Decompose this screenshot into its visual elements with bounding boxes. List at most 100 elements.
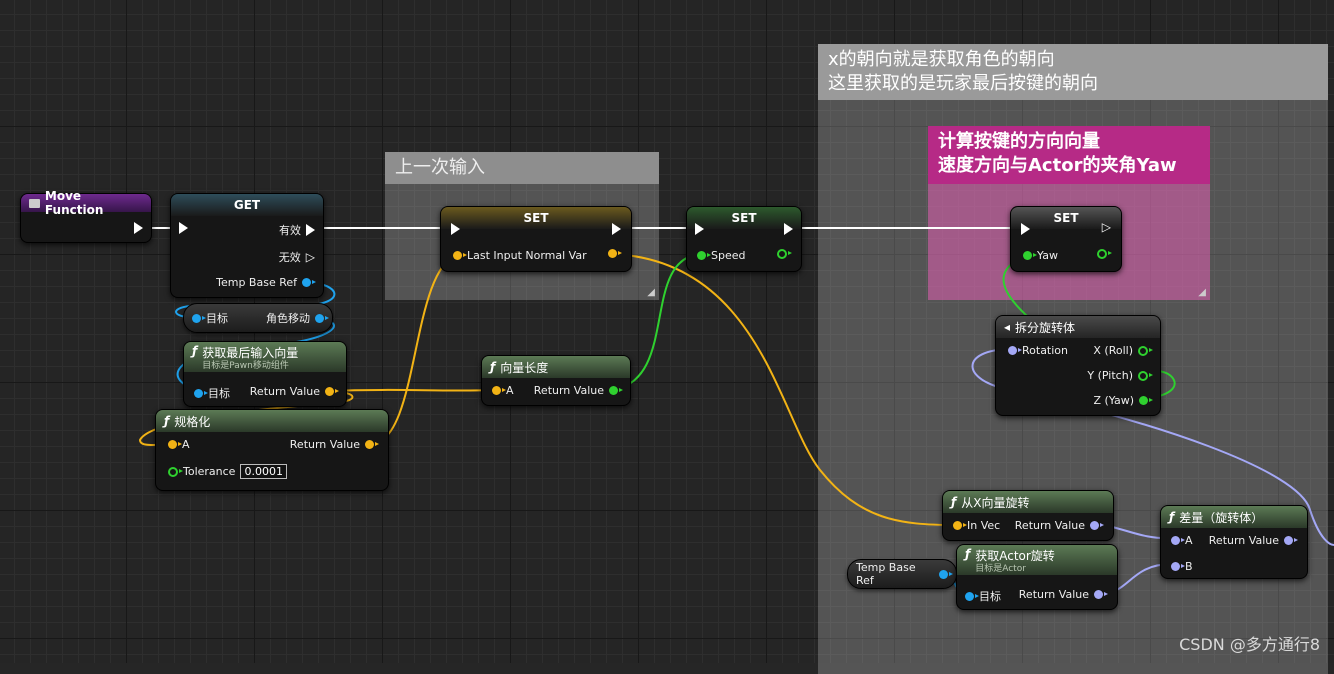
rotator-pin-icon bbox=[1171, 562, 1180, 571]
set-yaw-node[interactable]: SET ▷ Yaw bbox=[1010, 206, 1122, 272]
node-title: 获取Actor旋转 bbox=[975, 549, 1055, 563]
normalize-node[interactable]: ƒ 规格化 A Return Value Tolerance0.0001 bbox=[155, 409, 389, 491]
exec-out-pin[interactable] bbox=[784, 223, 793, 235]
pitch-out-pin[interactable]: Y (Pitch) bbox=[1087, 369, 1148, 382]
tolerance-input[interactable]: 0.0001 bbox=[240, 464, 287, 479]
rotation-in-pin[interactable]: Rotation bbox=[1008, 344, 1068, 357]
exec-arrow-icon bbox=[179, 222, 188, 234]
pin-label: Return Value bbox=[290, 438, 360, 451]
object-pin-icon bbox=[315, 314, 324, 323]
target-in-pin[interactable]: 目标 bbox=[194, 385, 230, 401]
pin-label: Z (Yaw) bbox=[1093, 394, 1134, 407]
yaw-in-pin[interactable]: Yaw bbox=[1023, 249, 1058, 262]
float-pin-icon bbox=[777, 249, 787, 259]
move-comp-out-pin[interactable]: 角色移动 bbox=[266, 310, 324, 326]
object-pin-icon bbox=[192, 314, 201, 323]
exec-in-pin[interactable] bbox=[179, 222, 188, 234]
target-in-pin[interactable]: 目标 bbox=[192, 310, 228, 326]
pin-label: Temp Base Ref bbox=[856, 561, 934, 587]
comment-title[interactable]: x的朝向就是获取角色的朝向 这里获取的是玩家最后按键的朝向 bbox=[818, 44, 1328, 100]
node-subtitle: 目标是Pawn移动组件 bbox=[202, 361, 298, 371]
get-actor-rotation-node[interactable]: ƒ 获取Actor旋转目标是Actor 目标 Return Value bbox=[956, 544, 1118, 610]
yaw-out-pin[interactable]: Z (Yaw) bbox=[1093, 394, 1148, 407]
return-value-out-pin[interactable]: Return Value bbox=[1019, 588, 1103, 601]
node-subtitle: 目标是Actor bbox=[975, 564, 1055, 574]
return-value-out-pin[interactable]: Return Value bbox=[1209, 534, 1293, 547]
a-in-pin[interactable]: A bbox=[168, 438, 190, 451]
yaw-out-pin[interactable] bbox=[1097, 249, 1107, 259]
temp-base-ref-getter[interactable]: Temp Base Ref bbox=[847, 559, 957, 589]
return-value-out-pin[interactable]: Return Value bbox=[290, 438, 374, 451]
return-value-out-pin[interactable]: Return Value bbox=[1015, 519, 1099, 532]
object-pin-icon bbox=[965, 592, 974, 601]
speed-in-pin[interactable]: Speed bbox=[697, 249, 745, 262]
vector-pin-icon bbox=[492, 386, 501, 395]
pin-label: X (Roll) bbox=[1093, 344, 1133, 357]
pin-label: Return Value bbox=[534, 384, 604, 397]
get-node[interactable]: GET 有效 ▷无效 Temp Base Ref bbox=[170, 193, 324, 298]
roll-out-pin[interactable]: X (Roll) bbox=[1093, 344, 1148, 357]
tolerance-in-pin[interactable]: Tolerance0.0001 bbox=[168, 464, 287, 479]
pin-label: Last Input Normal Var bbox=[467, 249, 587, 262]
vector-pin-icon bbox=[953, 521, 962, 530]
comment-title[interactable]: 上一次输入 bbox=[385, 152, 659, 184]
b-in-pin[interactable]: B bbox=[1171, 560, 1193, 573]
pin-label: Y (Pitch) bbox=[1087, 369, 1133, 382]
break-rotator-node[interactable]: ◂ 拆分旋转体 Rotation X (Roll) Y (Pitch) Z (Ya… bbox=[995, 315, 1161, 416]
resize-grip-icon[interactable]: ◢ bbox=[1198, 287, 1206, 298]
exec-arrow-icon bbox=[306, 224, 315, 236]
last-input-var-in-pin[interactable]: Last Input Normal Var bbox=[453, 249, 587, 262]
exec-out-pin[interactable]: ▷ bbox=[1102, 221, 1111, 233]
rotator-pin-icon bbox=[1094, 590, 1103, 599]
exec-out-invalid-pin[interactable]: ▷无效 bbox=[279, 249, 315, 265]
node-title: 规格化 bbox=[174, 413, 210, 430]
pin-label: Speed bbox=[711, 249, 745, 262]
get-last-input-vector-node[interactable]: ƒ 获取最后输入向量目标是Pawn移动组件 目标 Return Value bbox=[183, 341, 347, 407]
return-value-out-pin[interactable]: Return Value bbox=[250, 385, 334, 398]
vector-length-node[interactable]: ƒ向量长度 A Return Value bbox=[481, 355, 631, 406]
rotation-from-x-vector-node[interactable]: ƒ从X向量旋转 In Vec Return Value bbox=[942, 490, 1114, 541]
node-title: GET bbox=[234, 198, 260, 212]
node-title: 从X向量旋转 bbox=[961, 494, 1029, 511]
exec-out-pin[interactable] bbox=[134, 222, 143, 234]
exec-arrow-icon bbox=[784, 223, 793, 235]
exec-out-pin[interactable] bbox=[612, 223, 621, 235]
last-input-var-out-pin[interactable] bbox=[608, 249, 617, 258]
resize-grip-icon[interactable]: ◢ bbox=[647, 287, 655, 298]
vector-pin-icon bbox=[168, 440, 177, 449]
pin-label: 目标 bbox=[206, 310, 228, 326]
exec-out-valid-pin[interactable]: 有效 bbox=[279, 222, 315, 238]
a-in-pin[interactable]: A bbox=[492, 384, 514, 397]
get-move-component-node[interactable]: 目标 角色移动 bbox=[183, 303, 333, 333]
exec-in-pin[interactable] bbox=[1021, 223, 1030, 235]
function-icon bbox=[29, 199, 40, 208]
float-pin-icon bbox=[1097, 249, 1107, 259]
float-pin-icon bbox=[1138, 371, 1148, 381]
a-in-pin[interactable]: A bbox=[1171, 534, 1193, 547]
set-speed-node[interactable]: SET Speed bbox=[686, 206, 802, 272]
exec-in-pin[interactable] bbox=[451, 223, 460, 235]
node-title: 拆分旋转体 bbox=[1015, 319, 1075, 336]
delta-rotator-node[interactable]: ƒ差量（旋转体） A Return Value B bbox=[1160, 505, 1308, 579]
break-icon: ◂ bbox=[1004, 320, 1010, 334]
temp-base-ref-out-pin[interactable]: Temp Base Ref bbox=[216, 276, 311, 289]
rotator-pin-icon bbox=[1171, 536, 1180, 545]
comment-title[interactable]: 计算按键的方向向量 速度方向与Actor的夹角Yaw bbox=[928, 126, 1210, 184]
pin-label: A bbox=[506, 384, 514, 397]
node-title: 向量长度 bbox=[500, 359, 548, 376]
vector-pin-icon bbox=[365, 440, 374, 449]
pin-label: Return Value bbox=[250, 385, 320, 398]
speed-out-pin[interactable] bbox=[777, 249, 787, 259]
object-pin-icon[interactable] bbox=[939, 570, 948, 579]
function-icon: ƒ bbox=[965, 547, 970, 561]
event-node-move-function[interactable]: Move Function bbox=[20, 193, 152, 243]
node-title: SET bbox=[731, 211, 756, 225]
function-icon: ƒ bbox=[164, 414, 169, 428]
target-in-pin[interactable]: 目标 bbox=[965, 588, 1001, 604]
exec-hollow-icon: ▷ bbox=[1102, 221, 1111, 233]
exec-in-pin[interactable] bbox=[695, 223, 704, 235]
set-last-input-node[interactable]: SET Last Input Normal Var bbox=[440, 206, 632, 272]
float-pin-icon bbox=[1138, 346, 1148, 356]
in-vec-in-pin[interactable]: In Vec bbox=[953, 519, 1000, 532]
return-value-out-pin[interactable]: Return Value bbox=[534, 384, 618, 397]
